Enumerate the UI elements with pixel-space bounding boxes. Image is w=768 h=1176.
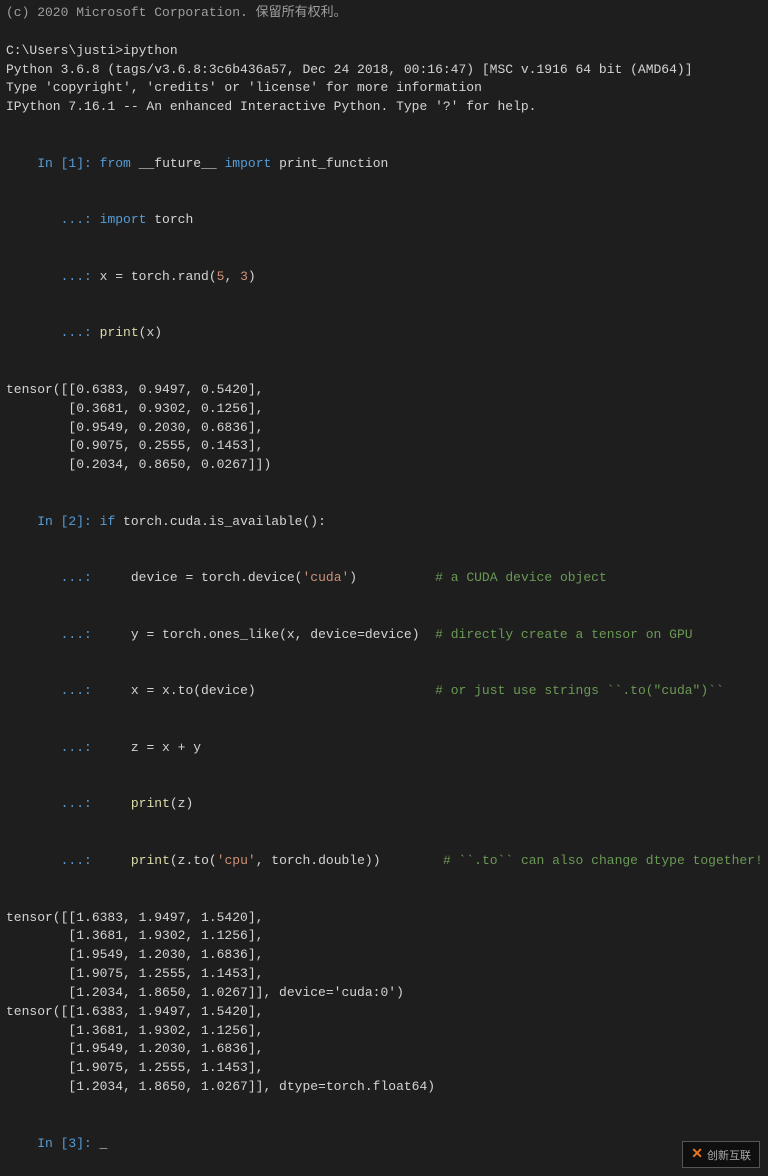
- watermark: ✕ 创新互联: [682, 1141, 760, 1168]
- in2-line5: ...: z = x + y: [6, 720, 762, 777]
- in2-line4: ...: x = x.to(device) # or just use stri…: [6, 664, 762, 721]
- python-info: Python 3.6.8 (tags/v3.6.8:3c6b436a57, De…: [6, 61, 762, 80]
- cursor[interactable]: _: [100, 1136, 108, 1151]
- in2-line2: ...: device = torch.device('cuda') # a C…: [6, 550, 762, 607]
- in2-prompt: In [2]:: [37, 514, 99, 529]
- tensor3-line3: [1.9549, 1.2030, 1.6836],: [6, 1040, 762, 1059]
- in1-cont2-prompt: ...:: [37, 269, 99, 284]
- ipython-line: IPython 7.16.1 -- An enhanced Interactiv…: [6, 98, 762, 117]
- watermark-text: 创新互联: [707, 1147, 751, 1163]
- tensor1-line4: [0.9075, 0.2555, 0.1453],: [6, 437, 762, 456]
- watermark-icon: ✕: [691, 1146, 703, 1163]
- blank-line-3: [6, 362, 762, 381]
- tensor2-line2: [1.3681, 1.9302, 1.1256],: [6, 927, 762, 946]
- type-line: Type 'copyright', 'credits' or 'license'…: [6, 79, 762, 98]
- tensor1-line3: [0.9549, 0.2030, 0.6836],: [6, 419, 762, 438]
- in2-line7: ...: print(z.to('cpu', torch.double)) # …: [6, 833, 762, 890]
- blank-line-6: [6, 1097, 762, 1116]
- tensor1-line5: [0.2034, 0.8650, 0.0267]]): [6, 456, 762, 475]
- in2-line6: ...: print(z): [6, 777, 762, 834]
- header-line: (c) 2020 Microsoft Corporation. 保留所有权利。: [6, 4, 762, 23]
- in3-line[interactable]: In [3]: _: [6, 1116, 762, 1173]
- in1-cont3-prompt: ...:: [37, 325, 99, 340]
- in1-cont1-prompt: ...:: [37, 212, 99, 227]
- in1-prompt: In [1]:: [37, 156, 99, 171]
- tensor2-line4: [1.9075, 1.2555, 1.1453],: [6, 965, 762, 984]
- in1-line1: In [1]: from __future__ import print_fun…: [6, 136, 762, 193]
- terminal-window: (c) 2020 Microsoft Corporation. 保留所有权利。 …: [0, 0, 768, 1176]
- in2-line3: ...: y = torch.ones_like(x, device=devic…: [6, 607, 762, 664]
- tensor2-line5: [1.2034, 1.8650, 1.0267]], device='cuda:…: [6, 984, 762, 1003]
- tensor2-line3: [1.9549, 1.2030, 1.6836],: [6, 946, 762, 965]
- in1-from-keyword: from: [100, 156, 131, 171]
- blank-line-4: [6, 475, 762, 494]
- tensor1-line1: tensor([[0.6383, 0.9497, 0.5420],: [6, 381, 762, 400]
- tensor2-line1: tensor([[1.6383, 1.9497, 1.5420],: [6, 909, 762, 928]
- blank-line-2: [6, 117, 762, 136]
- tensor3-line2: [1.3681, 1.9302, 1.1256],: [6, 1022, 762, 1041]
- blank-line-1: [6, 23, 762, 42]
- tensor1-line2: [0.3681, 0.9302, 0.1256],: [6, 400, 762, 419]
- in1-line4: ...: print(x): [6, 306, 762, 363]
- in3-prompt: In [3]:: [37, 1136, 99, 1151]
- in1-line2: ...: import torch: [6, 192, 762, 249]
- in2-line1: In [2]: if torch.cuda.is_available():: [6, 494, 762, 551]
- in1-line3: ...: x = torch.rand(5, 3): [6, 249, 762, 306]
- tensor3-line5: [1.2034, 1.8650, 1.0267]], dtype=torch.f…: [6, 1078, 762, 1097]
- blank-line-5: [6, 890, 762, 909]
- tensor3-line1: tensor([[1.6383, 1.9497, 1.5420],: [6, 1003, 762, 1022]
- path-line: C:\Users\justi>ipython: [6, 42, 762, 61]
- tensor3-line4: [1.9075, 1.2555, 1.1453],: [6, 1059, 762, 1078]
